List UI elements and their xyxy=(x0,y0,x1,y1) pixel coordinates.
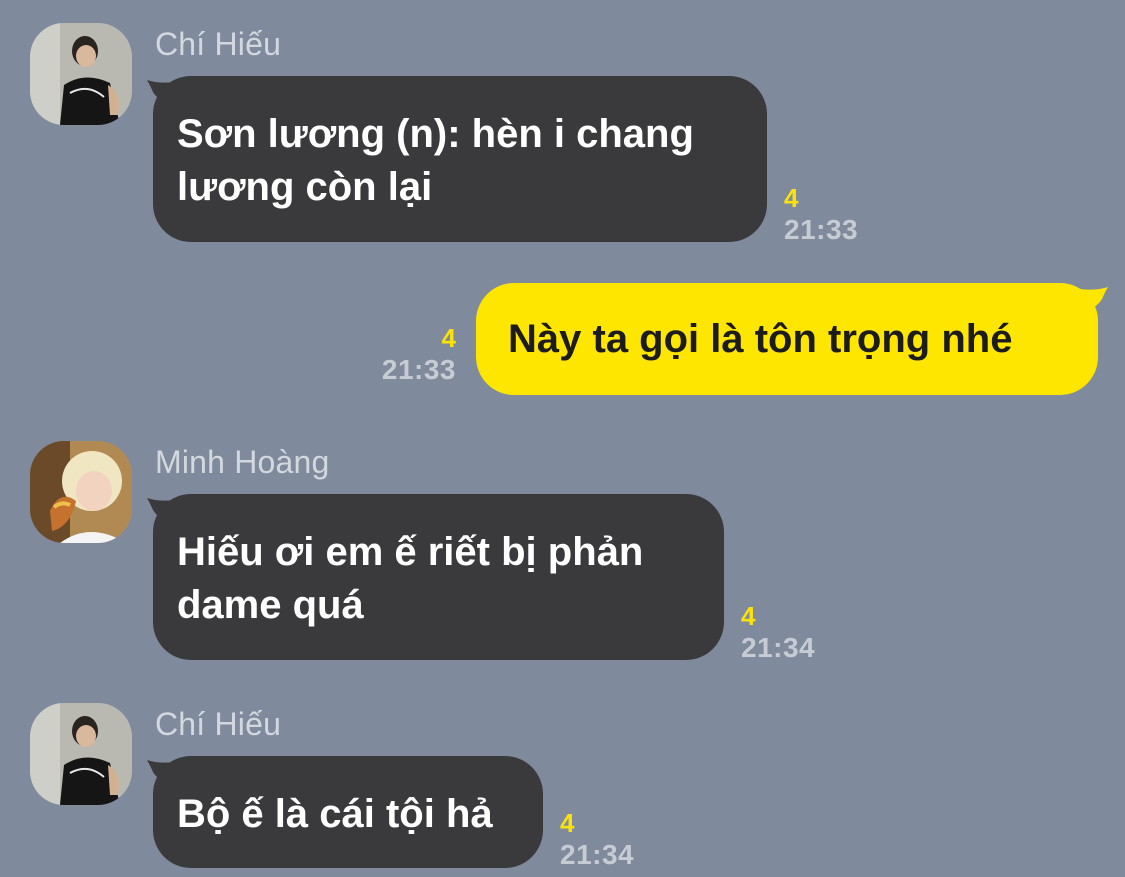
avatar-minh-hoang[interactable] xyxy=(30,441,132,543)
message-time: 21:34 xyxy=(741,632,816,663)
unread-count: 4 xyxy=(741,601,756,631)
unread-count: 4 xyxy=(560,808,575,838)
chat-message-list[interactable]: Chí Hiếu Sơn lương (n): hèn i chang lươn… xyxy=(0,0,1125,877)
message-bubble-outgoing[interactable]: Này ta gọi là tôn trọng nhé xyxy=(476,283,1098,395)
avatar-chi-hieu[interactable] xyxy=(30,23,132,125)
avatar-chi-hieu[interactable] xyxy=(30,703,132,805)
message-meta: 4 21:33 xyxy=(360,323,456,387)
message-bubble-incoming[interactable]: Sơn lương (n): hèn i chang lương còn lại xyxy=(153,76,767,242)
sender-name: Chí Hiếu xyxy=(155,706,282,742)
message-text-line: Này ta gọi là tôn trọng nhé xyxy=(508,317,1013,361)
message-text-line: lương còn lại xyxy=(177,165,433,209)
message-meta: 4 21:34 xyxy=(560,808,634,872)
message-time: 21:33 xyxy=(381,354,456,385)
unread-count: 4 xyxy=(441,323,456,353)
message-time: 21:33 xyxy=(784,214,859,245)
message-bubble-incoming[interactable]: Bộ ế là cái tội hả xyxy=(153,756,543,868)
sender-name: Chí Hiếu xyxy=(155,26,282,62)
message-bubble-incoming[interactable]: Hiếu ơi em ế riết bị phản dame quá xyxy=(153,494,724,660)
sender-name: Minh Hoàng xyxy=(155,444,330,480)
bubble-tail xyxy=(1080,287,1108,313)
unread-count: 4 xyxy=(784,183,799,213)
message-text-line: dame quá xyxy=(177,583,364,627)
message-text-line: Sơn lương (n): hèn i chang xyxy=(177,112,694,156)
message-meta: 4 21:33 xyxy=(784,183,858,247)
message-meta: 4 21:34 xyxy=(741,601,815,665)
message-text-line: Hiếu ơi em ế riết bị phản xyxy=(177,530,644,574)
message-text-line: Bộ ế là cái tội hả xyxy=(177,792,493,836)
message-time: 21:34 xyxy=(560,839,635,870)
